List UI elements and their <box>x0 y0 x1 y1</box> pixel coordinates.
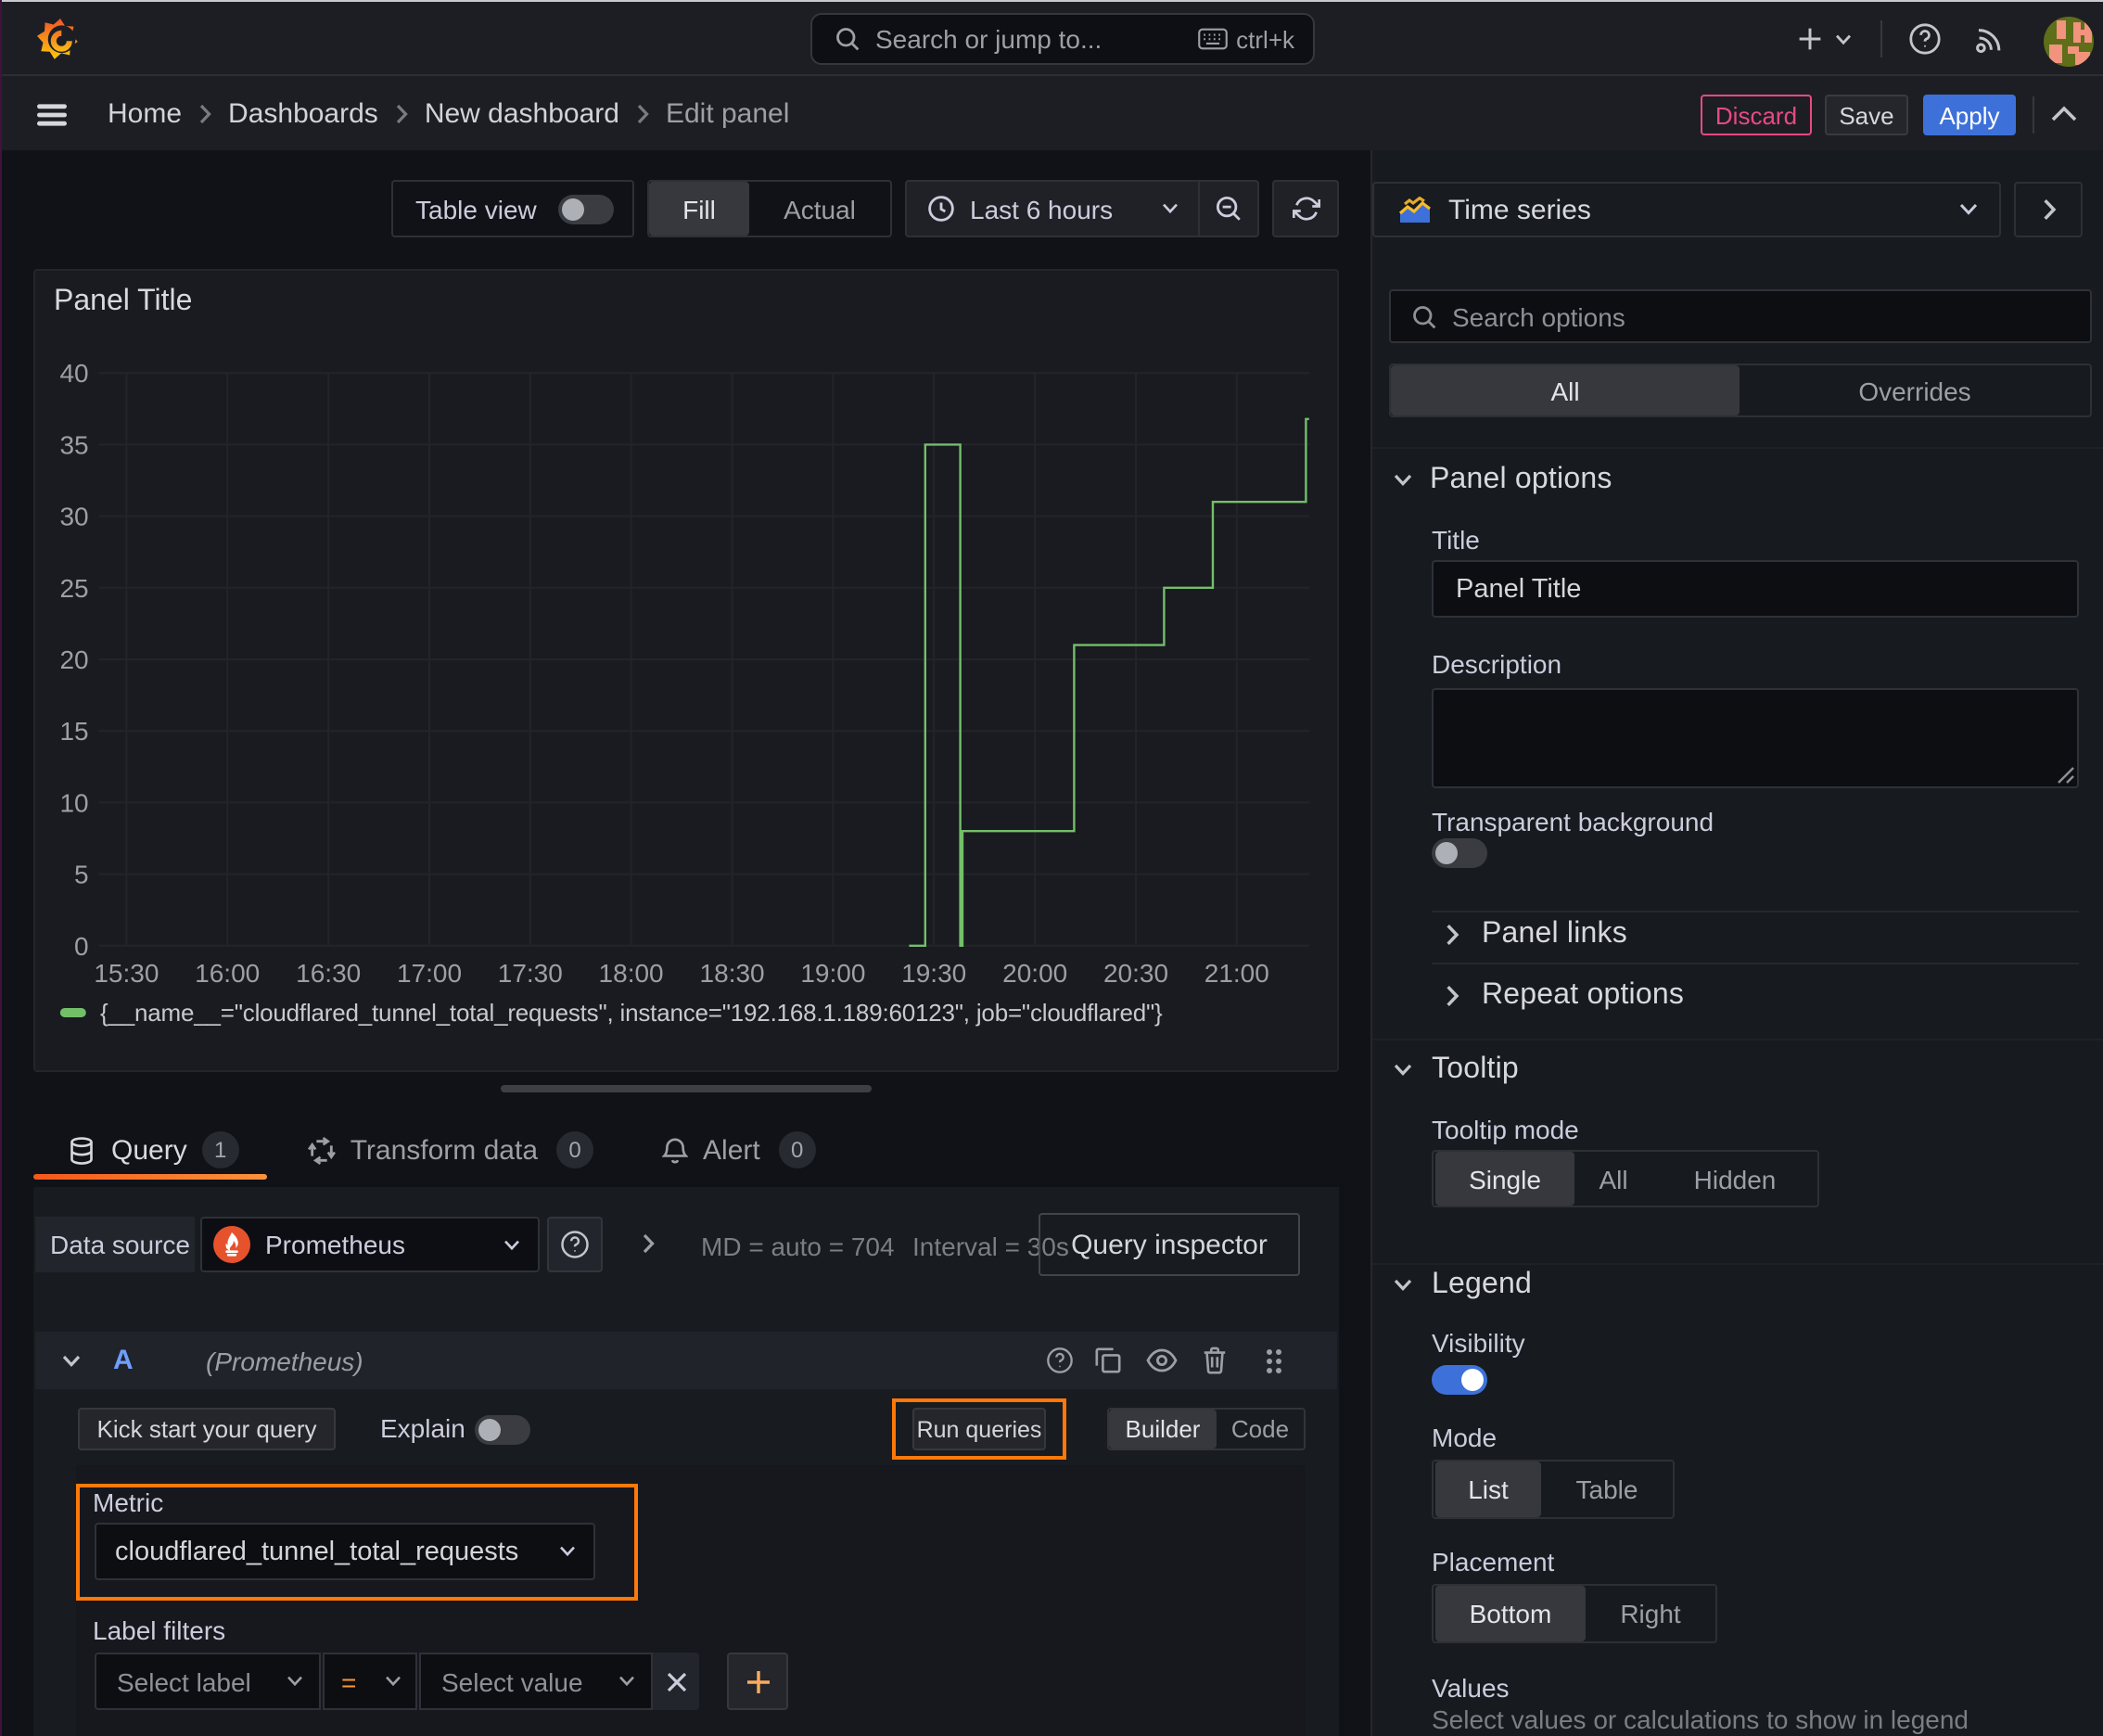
svg-text:10: 10 <box>59 788 88 817</box>
svg-text:19:30: 19:30 <box>901 959 966 988</box>
svg-text:0: 0 <box>74 932 89 961</box>
svg-text:20: 20 <box>59 645 88 674</box>
svg-text:25: 25 <box>59 574 88 603</box>
svg-text:16:30: 16:30 <box>296 959 361 988</box>
svg-text:18:00: 18:00 <box>599 959 664 988</box>
svg-text:15:30: 15:30 <box>94 959 159 988</box>
svg-text:17:00: 17:00 <box>397 959 462 988</box>
svg-text:20:00: 20:00 <box>1002 959 1067 988</box>
svg-text:17:30: 17:30 <box>498 959 563 988</box>
svg-text:21:00: 21:00 <box>1204 959 1269 988</box>
svg-text:40: 40 <box>59 359 88 388</box>
svg-text:20:30: 20:30 <box>1103 959 1168 988</box>
svg-text:30: 30 <box>59 503 88 531</box>
svg-text:16:00: 16:00 <box>195 959 260 988</box>
svg-text:5: 5 <box>74 861 89 889</box>
svg-text:35: 35 <box>59 430 88 459</box>
svg-text:{__name__="cloudflared_tunnel_: {__name__="cloudflared_tunnel_total_requ… <box>100 999 1163 1027</box>
svg-text:15: 15 <box>59 717 88 746</box>
svg-text:19:00: 19:00 <box>800 959 865 988</box>
svg-text:18:30: 18:30 <box>700 959 765 988</box>
